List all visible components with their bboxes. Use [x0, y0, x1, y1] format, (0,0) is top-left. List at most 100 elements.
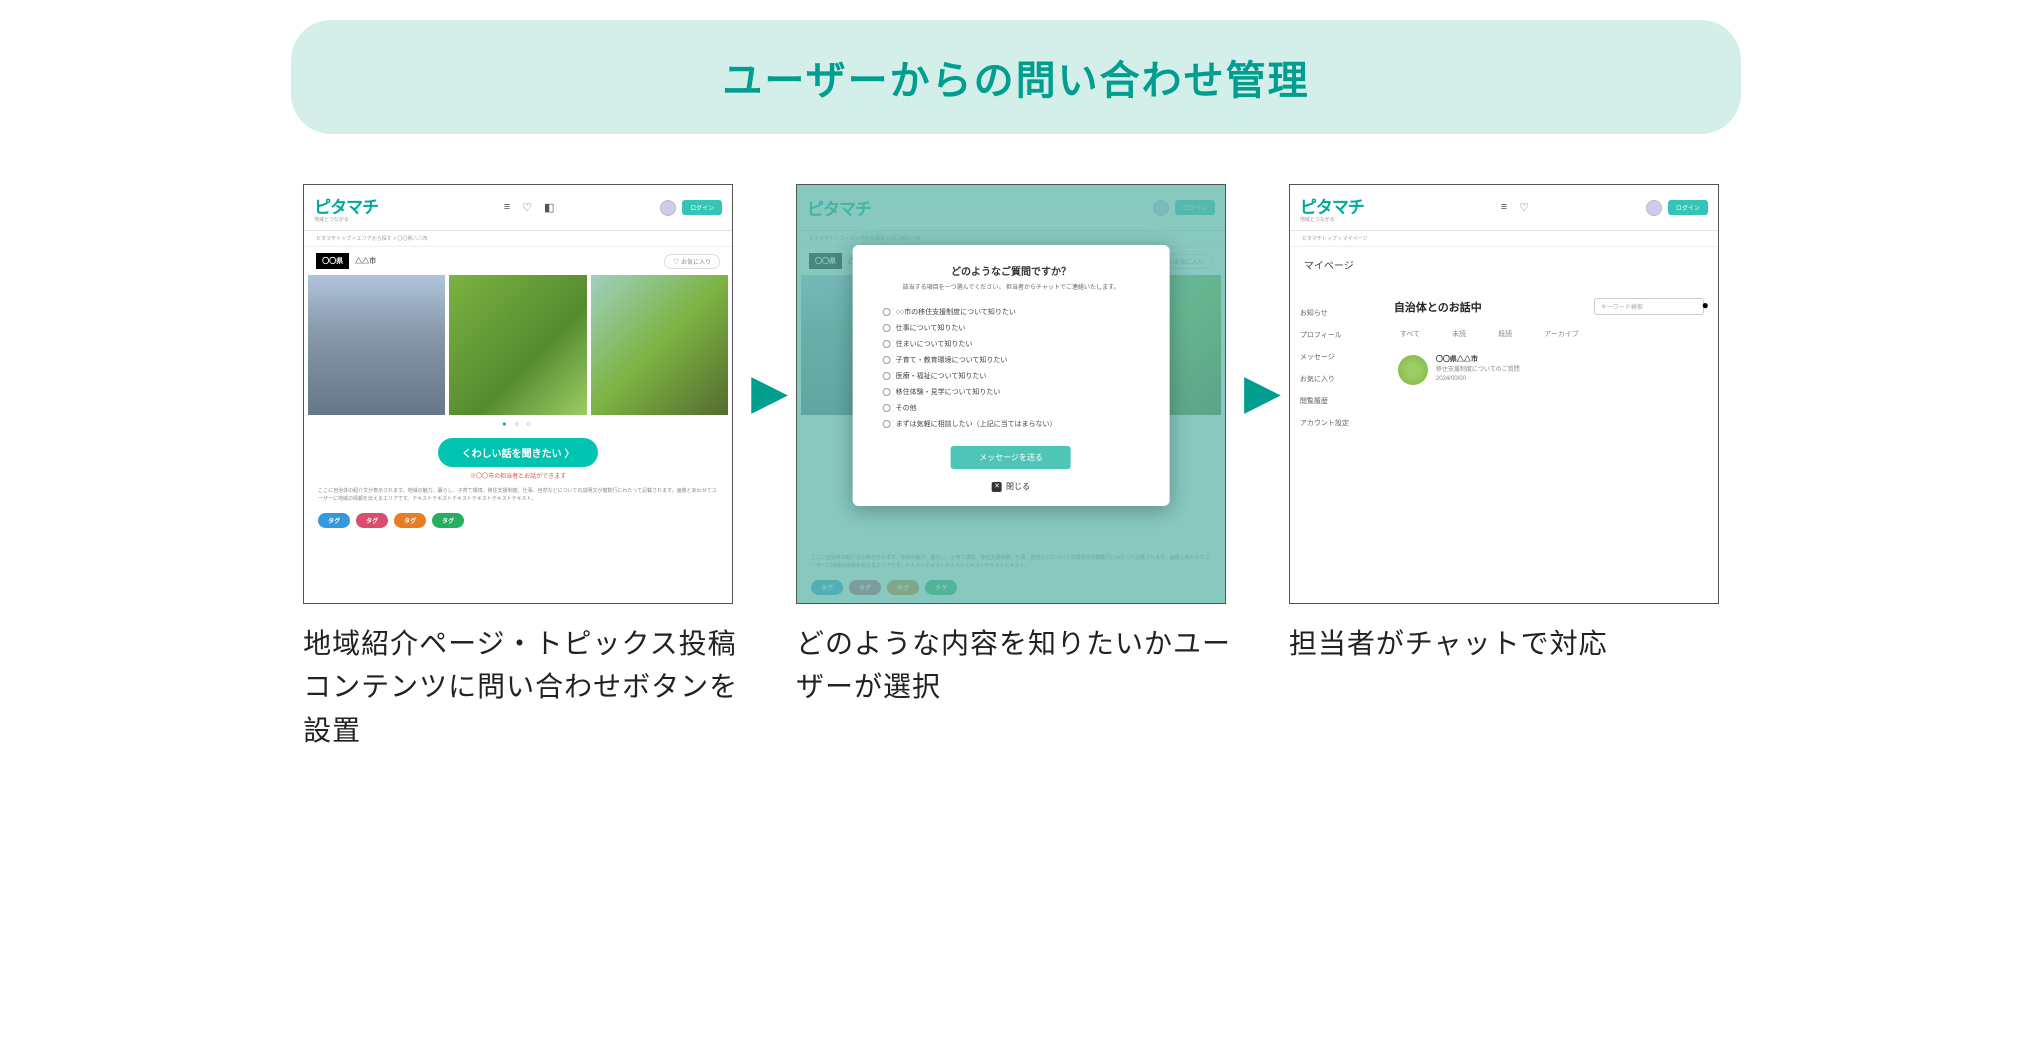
step-3: ピタマチ 地域とつながる ≡ ♡ ログイン ピタマチトップ > マイページ マイ… — [1289, 184, 1729, 665]
category-tag[interactable]: タグ — [394, 513, 426, 528]
sidebar-item[interactable]: 閲覧履歴 — [1298, 390, 1372, 412]
thread-name: 〇〇県△△市 — [1436, 355, 1520, 366]
flow-diagram: ピタマチ 地域とつながる ≡ ♡ ◧ ログイン ピタマチトップ > エリアから探… — [266, 184, 1766, 752]
arrow-icon: ▶ — [751, 364, 788, 420]
nav-item[interactable]: ◧ — [544, 201, 554, 214]
radio-icon — [883, 404, 891, 412]
filter-tabs: すべて 未読 既読 アーカイブ — [1394, 329, 1704, 339]
section-title: 自治体とのお話中 — [1394, 299, 1482, 315]
logo-area: ピタマチ 地域とつながる — [314, 193, 378, 223]
nav-item[interactable]: ♡ — [1519, 201, 1529, 214]
thread-subject: 移住支援制度についてのご質問 — [1436, 366, 1520, 375]
page-title-row: 〇〇県 △△市 ♡ お気に入り — [304, 247, 732, 275]
send-message-button[interactable]: メッセージを送る — [951, 446, 1071, 469]
thread-info: 〇〇県△△市 移住支援制度についてのご質問 2024/00/00 — [1436, 355, 1520, 385]
cta-subtext: ※〇〇市の担当者とお話ができます — [304, 471, 732, 480]
modal-title: どのようなご質問ですか？ — [873, 263, 1150, 278]
step-caption: どのような内容を知りたいかユーザーが選択 — [796, 622, 1236, 709]
mockup-region-page: ピタマチ 地域とつながる ≡ ♡ ◧ ログイン ピタマチトップ > エリアから探… — [303, 184, 733, 604]
carousel-image — [449, 275, 586, 415]
avatar[interactable] — [1646, 200, 1662, 216]
sidebar-item[interactable]: プロフィール — [1298, 324, 1372, 346]
radio-icon — [883, 324, 891, 332]
logo-text[interactable]: ピタマチ — [314, 193, 378, 218]
logo-tagline: 地域とつながる — [314, 218, 378, 223]
nav-item[interactable]: ♡ — [522, 201, 532, 214]
thread-date: 2024/00/00 — [1436, 375, 1520, 384]
step-1: ピタマチ 地域とつながる ≡ ♡ ◧ ログイン ピタマチトップ > エリアから探… — [303, 184, 743, 752]
carousel-image — [308, 275, 445, 415]
inquiry-cta-button[interactable]: くわしい話を聞きたい 〉 — [438, 438, 599, 467]
mypage-layout: お知らせ プロフィール メッセージ お気に入り 閲覧履歴 アカウント設定 自治体… — [1290, 288, 1718, 604]
close-label: 閉じる — [1006, 481, 1030, 492]
favorite-button[interactable]: ♡ お気に入り — [664, 254, 720, 269]
option-label: 仕事について知りたい — [896, 323, 966, 333]
option-label: 子育て・教育環境について知りたい — [896, 355, 1008, 365]
radio-icon — [883, 420, 891, 428]
inquiry-option[interactable]: その他 — [873, 400, 1150, 416]
option-label: ○○市の移住支援制度について知りたい — [896, 307, 1016, 317]
logo-text[interactable]: ピタマチ — [1300, 193, 1364, 218]
section-header-row: 自治体とのお話中 キーワード検索 — [1394, 298, 1704, 315]
avatar[interactable] — [660, 200, 676, 216]
modal-subtitle: 該当する項目を一つ選んでください。 担当者からチャットでご連絡いたします。 — [873, 284, 1150, 292]
logo-tagline: 地域とつながる — [1300, 218, 1364, 223]
mockup-chat-page: ピタマチ 地域とつながる ≡ ♡ ログイン ピタマチトップ > マイページ マイ… — [1289, 184, 1719, 604]
tab[interactable]: 既読 — [1498, 329, 1512, 339]
inquiry-option[interactable]: 医療・福祉について知りたい — [873, 368, 1150, 384]
modal-options: ○○市の移住支援制度について知りたい 仕事について知りたい 住まいについて知りた… — [873, 304, 1150, 432]
step-2: ピタマチ ログイン ピタマチトップ > エリアから探す > 〇〇県△△市 〇〇県… — [796, 184, 1236, 709]
inquiry-option[interactable]: 移住体験・見学について知りたい — [873, 384, 1150, 400]
tab[interactable]: アーカイブ — [1544, 329, 1579, 339]
main-panel: 自治体とのお話中 キーワード検索 すべて 未読 既読 アーカイブ 〇〇県△△市 … — [1380, 288, 1718, 604]
inquiry-option[interactable]: 住まいについて知りたい — [873, 336, 1150, 352]
image-carousel[interactable] — [304, 275, 732, 415]
option-label: その他 — [896, 403, 917, 413]
tab[interactable]: 未読 — [1452, 329, 1466, 339]
topbar-right: ログイン — [660, 200, 722, 216]
login-button[interactable]: ログイン — [1668, 200, 1708, 215]
inquiry-modal: どのようなご質問ですか？ 該当する項目を一つ選んでください。 担当者からチャット… — [853, 245, 1170, 506]
page-title: マイページ — [1290, 247, 1718, 272]
topbar: ピタマチ 地域とつながる ≡ ♡ ◧ ログイン — [304, 185, 732, 231]
section-title: ユーザーからの問い合わせ管理 — [331, 48, 1701, 106]
inquiry-option[interactable]: 子育て・教育環境について知りたい — [873, 352, 1150, 368]
search-input[interactable]: キーワード検索 — [1594, 298, 1704, 315]
carousel-image — [591, 275, 728, 415]
region-name: △△市 — [355, 256, 376, 266]
radio-icon — [883, 372, 891, 380]
nav-item[interactable]: ≡ — [1501, 201, 1507, 214]
radio-icon — [883, 340, 891, 348]
region-description: ここに自治体の紹介文が表示されます。地域の魅力、暮らし、子育て環境、移住支援制度… — [304, 488, 732, 503]
sidebar-item[interactable]: お気に入り — [1298, 368, 1372, 390]
category-tag[interactable]: タグ — [318, 513, 350, 528]
sidebar-item[interactable]: お知らせ — [1298, 302, 1372, 324]
breadcrumb[interactable]: ピタマチトップ > エリアから探す > 〇〇県△△市 — [304, 231, 732, 247]
inquiry-option[interactable]: まずは気軽に相談したい（上記に当てはまらない） — [873, 416, 1150, 432]
tab[interactable]: すべて — [1400, 329, 1420, 339]
breadcrumb[interactable]: ピタマチトップ > マイページ — [1290, 231, 1718, 247]
sidebar-item[interactable]: アカウント設定 — [1298, 412, 1372, 434]
radio-icon — [883, 388, 891, 396]
topbar: ピタマチ 地域とつながる ≡ ♡ ログイン — [1290, 185, 1718, 231]
sidebar: お知らせ プロフィール メッセージ お気に入り 閲覧履歴 アカウント設定 — [1290, 288, 1380, 604]
category-tag[interactable]: タグ — [432, 513, 464, 528]
chat-thread-item[interactable]: 〇〇県△△市 移住支援制度についてのご質問 2024/00/00 — [1394, 349, 1704, 391]
sidebar-item[interactable]: メッセージ — [1298, 346, 1372, 368]
tag-row: タグ タグ タグ タグ — [304, 503, 732, 538]
option-label: 移住体験・見学について知りたい — [896, 387, 1001, 397]
nav-item[interactable]: ≡ — [504, 201, 510, 214]
category-tag[interactable]: タグ — [356, 513, 388, 528]
inquiry-option[interactable]: ○○市の移住支援制度について知りたい — [873, 304, 1150, 320]
topbar-right: ログイン — [1646, 200, 1708, 216]
section-header: ユーザーからの問い合わせ管理 — [291, 20, 1741, 134]
close-button[interactable]: ✕ 閉じる — [873, 481, 1150, 492]
carousel-pager[interactable]: ● ○ ○ — [304, 415, 732, 434]
inquiry-option[interactable]: 仕事について知りたい — [873, 320, 1150, 336]
option-label: 医療・福祉について知りたい — [896, 371, 987, 381]
step-caption: 地域紹介ページ・トピックス投稿コンテンツに問い合わせボタンを設置 — [303, 622, 743, 752]
logo-area: ピタマチ 地域とつながる — [1300, 193, 1364, 223]
login-button[interactable]: ログイン — [682, 200, 722, 215]
option-label: まずは気軽に相談したい（上記に当てはまらない） — [896, 419, 1057, 429]
thread-avatar — [1398, 355, 1428, 385]
